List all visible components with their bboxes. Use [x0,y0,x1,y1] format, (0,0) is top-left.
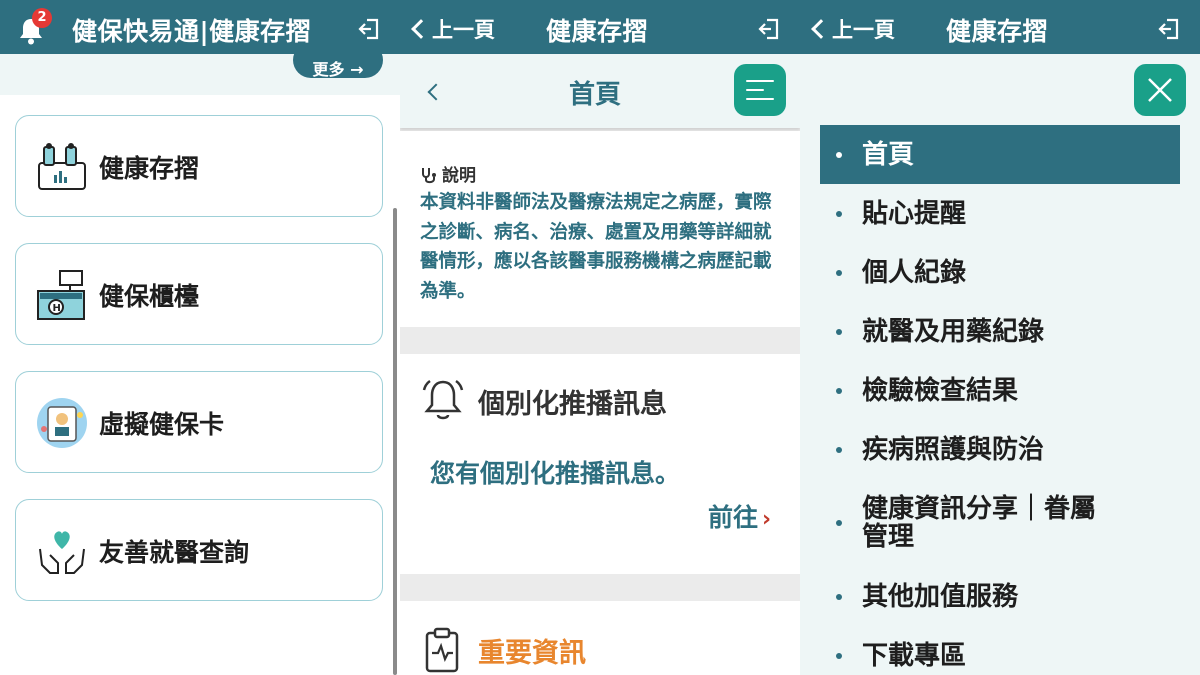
notification-badge: 2 [32,8,52,28]
push-title: 個別化推播訊息 [478,389,667,420]
bullet-dot [836,270,842,276]
menu-item-reminders[interactable]: 貼心提醒 [862,199,966,229]
goto-label: 前往 [708,503,759,532]
note-heading-text: 說明 [442,166,476,186]
disclaimer-text: 本資料非醫師法及醫療法規定之病歷，實際之診斷、病名、治療、處置及用藥等詳細就醫情… [420,192,772,302]
menu-item-info-sharing[interactable]: 健康資訊分享｜眷屬 [862,494,1096,524]
important-title: 重要資訊 [478,638,586,669]
home-nav-bar: 首頁 [400,54,800,128]
health-passbook-panel: 上一頁 健康存摺 首頁 說明 本資料非醫師法及醫療法規定之病歷，實際之診斷、病名… [400,0,800,675]
back-button[interactable]: 上一頁 [808,14,895,44]
scrollbar[interactable] [393,208,397,675]
bullet-dot [836,520,842,526]
disclaimer-section: 說明 本資料非醫師法及醫療法規定之病歷，實際之診斷、病名、治療、處置及用藥等詳細… [400,131,800,327]
stethoscope-icon [422,168,436,184]
health-passbook-card[interactable]: 健康存摺 [15,115,383,217]
app-header: 上一頁 健康存摺 [800,0,1200,54]
menu-item-value-added[interactable]: 其他加值服務 [862,582,1018,612]
logout-icon[interactable] [1158,18,1180,40]
home-title: 首頁 [569,80,622,110]
bullet-dot [836,653,842,659]
bullet-dot [836,152,842,158]
close-icon [1148,78,1172,102]
hamburger-menu-button[interactable] [734,64,786,116]
bullet-dot [836,594,842,600]
virtual-card-icon [37,398,87,448]
chevron-left-icon[interactable] [427,83,445,101]
home-panel: 更多 → 2 健保快易通|健康存摺 健康存摺 H 健保櫃檯 虛擬健保卡 友善就醫… [0,0,400,675]
logout-icon[interactable] [758,18,780,40]
chevron-left-icon [811,19,831,39]
heart-hands-icon [39,531,85,574]
menu-item-downloads[interactable]: 下載專區 [862,641,966,671]
page-title: 健康存摺 [546,17,649,46]
close-menu-button[interactable] [1134,64,1186,116]
friendly-medical-card[interactable]: 友善就醫查詢 [15,499,383,601]
back-button[interactable]: 上一頁 [408,14,495,44]
bullet-dot [836,329,842,335]
note-heading: 說明 [420,161,476,186]
page-title: 健康存摺 [946,17,1049,46]
menu-item-personal-records[interactable]: 個人紀錄 [862,258,966,288]
virtual-card-card[interactable]: 虛擬健保卡 [15,371,383,473]
push-message-section: 個別化推播訊息 您有個別化推播訊息。 前往 › [400,354,800,574]
bullet-dot [836,447,842,453]
chevron-left-icon [411,19,431,39]
bullet-dot [836,211,842,217]
app-header: 上一頁 健康存摺 [400,0,800,54]
card-label: 健保櫃檯 [99,282,200,311]
menu-item-medical-records[interactable]: 就醫及用藥紀錄 [862,317,1044,347]
important-info-section: 重要資訊 [400,601,800,675]
side-menu-panel: 上一頁 健康存摺 首頁 貼心提醒 個人紀錄 就醫及用藥紀錄 檢驗檢查結果 疾病照… [800,0,1200,675]
app-title: 健保快易通|健康存摺 [72,17,312,46]
clipboard-pulse-icon [425,627,459,673]
nhi-counter-card[interactable]: H 健保櫃檯 [15,243,383,345]
chevron-right-icon: › [762,507,772,532]
health-passbook-icon [38,143,86,190]
menu-item-test-results[interactable]: 檢驗檢查結果 [862,376,1018,406]
back-label: 上一頁 [832,18,895,42]
bullet-dot [836,388,842,394]
bell-icon [422,379,464,420]
app-header: 2 健保快易通|健康存摺 [0,0,400,54]
push-message: 您有個別化推播訊息。 [430,459,681,488]
back-label: 上一頁 [432,18,495,42]
goto-link[interactable]: 前往 › [708,498,771,534]
card-label: 虛擬健保卡 [99,410,225,439]
menu-item-disease-care[interactable]: 疾病照護與防治 [862,435,1044,465]
svg-text:H: H [53,303,61,314]
menu-item-home[interactable]: 首頁 [862,140,914,170]
card-label: 健康存摺 [99,154,200,183]
card-label: 友善就醫查詢 [99,538,250,567]
menu-item-info-sharing-line2[interactable]: 管理 [862,522,914,552]
logout-icon[interactable] [358,18,380,40]
counter-icon: H [37,270,85,320]
